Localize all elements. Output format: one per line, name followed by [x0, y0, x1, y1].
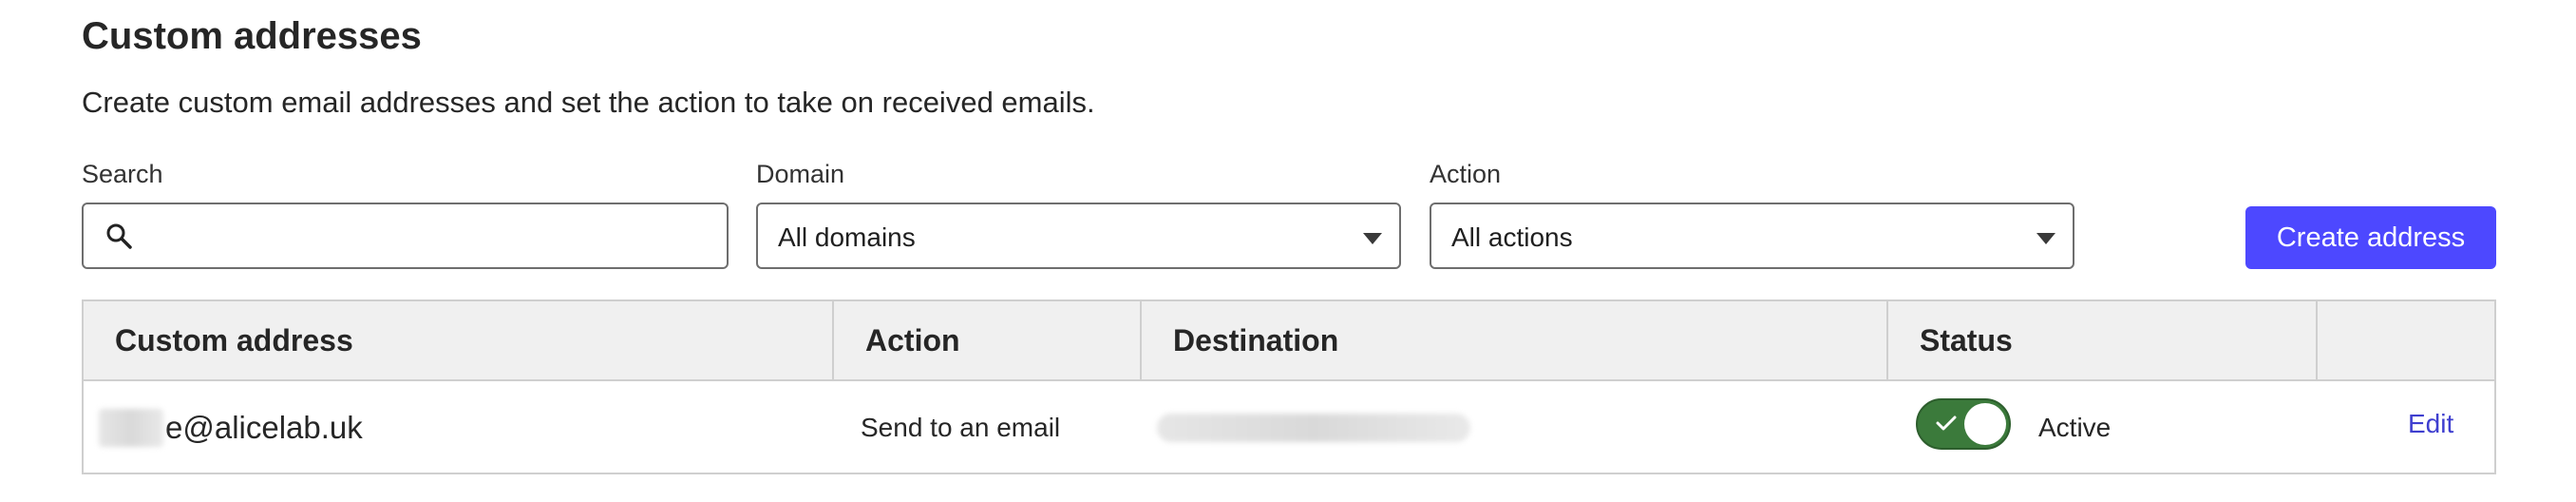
- column-header-custom-address: Custom address: [115, 322, 353, 357]
- search-icon: [106, 223, 132, 249]
- page-subtitle: Create custom email addresses and set th…: [82, 86, 1095, 119]
- chevron-down-icon: [1363, 233, 1382, 244]
- domain-label: Domain: [756, 160, 845, 188]
- addresses-table: Custom address Action Destination Status…: [82, 299, 2496, 474]
- status-toggle[interactable]: [1916, 398, 2011, 450]
- page-title: Custom addresses: [82, 15, 422, 57]
- action-selected-value: All actions: [1451, 222, 1573, 252]
- custom-address-value: e@alicelab.uk: [165, 410, 363, 445]
- custom-address-cell: e@alicelab.uk: [99, 381, 821, 474]
- destination-cell: [1157, 381, 1727, 474]
- redacted-blur: [1157, 414, 1470, 442]
- chevron-down-icon: [2036, 233, 2055, 244]
- search-input[interactable]: [82, 203, 729, 269]
- column-header-destination: Destination: [1173, 322, 1339, 357]
- column-header-action: Action: [865, 322, 960, 357]
- check-icon: [1936, 415, 1957, 431]
- status-label: Active: [2038, 413, 2112, 442]
- action-label: Action: [1430, 160, 1502, 188]
- toggle-knob: [1964, 403, 2006, 445]
- edit-link[interactable]: Edit: [2408, 409, 2453, 439]
- column-header-status: Status: [1920, 322, 2013, 357]
- column-header-actions: [2318, 301, 2494, 379]
- domain-selected-value: All domains: [778, 222, 916, 252]
- redacted-blur: [99, 409, 163, 447]
- custom-addresses-page: Custom addresses Create custom email add…: [0, 0, 2576, 502]
- action-select[interactable]: All actions: [1430, 203, 2074, 269]
- table-header: Custom address Action Destination Status: [84, 301, 2494, 381]
- create-address-button[interactable]: Create address: [2245, 206, 2496, 269]
- domain-select[interactable]: All domains: [756, 203, 1401, 269]
- search-label: Search: [82, 160, 163, 188]
- action-cell: Send to an email: [861, 413, 1061, 442]
